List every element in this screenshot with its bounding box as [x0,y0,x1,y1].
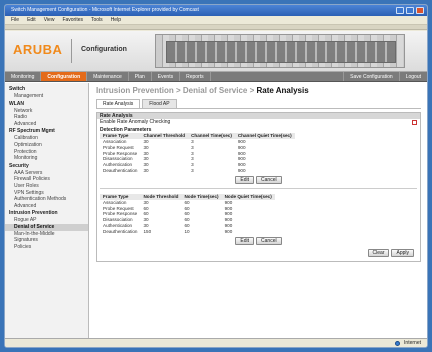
apply-button[interactable]: Apply [391,248,414,257]
sidebar-item-signatures[interactable]: Signatures [5,237,88,244]
cancel-button[interactable]: Cancel [256,175,282,184]
channel-table: Frame Type Channel Threshold Channel Time(… [100,133,295,174]
sidebar-item-advanced[interactable]: Advanced [5,121,88,128]
close-button[interactable] [416,7,424,14]
detection-title: Detection Parameters [100,127,152,133]
globe-icon [395,340,401,346]
app-title: Configuration [81,46,127,53]
sidebar-item-protection[interactable]: Protection [5,149,88,156]
sidebar-section-intrusion-prevention[interactable]: Intrusion Prevention [5,209,88,217]
nav-tab-plan[interactable]: Plan [129,72,152,81]
subtabs: Rate Analysis Flood AP [96,99,421,109]
sidebar-section-rf-spectrum-mgmt[interactable]: RF Spectrum Mgmt [5,127,88,135]
sidebar-item-policies[interactable]: Policies [5,244,88,251]
column-header-node-quiet-time-sec: Node Quiet Time(sec) [221,193,275,200]
table-cell: Deauthentication [103,228,138,234]
breadcrumb-current: Rate Analysis [256,86,309,95]
nav-spacer [211,72,344,81]
sidebar-item-firewall-policies[interactable]: Firewall Policies [5,176,88,183]
sidebar-section-switch[interactable]: Switch [5,85,88,93]
window-title: Switch Management Configuration - Micros… [11,7,199,13]
sidebar-item-optimization[interactable]: Optimization [5,142,88,149]
sidebar-item-denial-of-service[interactable]: Denial of Service [5,223,88,231]
breadcrumb-path: Intrusion Prevention > Denial of Service… [96,86,257,95]
switch-device-image [155,34,405,68]
sidebar-item-aaa-servers[interactable]: AAA Servers [5,170,88,177]
sidebar-item-user-roles[interactable]: User Roles [5,183,88,190]
node-buttons: Edit Cancel [97,235,420,247]
clear-button[interactable]: Clear [367,248,390,257]
sidebar-item-radio[interactable]: Radio [5,114,88,121]
cancel-button[interactable]: Cancel [256,236,282,245]
breadcrumb: Intrusion Prevention > Denial of Service… [96,85,421,97]
sidebar-item-man-in-the-middle[interactable]: Man-In-the-Middle [5,231,88,238]
menu-file[interactable]: File [11,17,19,23]
sidebar-item-monitoring[interactable]: Monitoring [5,155,88,162]
enable-checkbox[interactable] [412,120,417,125]
main-nav: Monitoring Configuration Maintenance Plan Ev… [5,72,427,82]
nav-tab-configuration[interactable]: Configuration [41,72,88,81]
menu-tools[interactable]: Tools [91,17,103,23]
subtab-flood-ap[interactable]: Flood AP [142,99,177,108]
channel-buttons: Edit Cancel [97,174,420,186]
enable-label: Enable Rate Anomaly Checking [100,119,171,125]
nav-tab-maintenance[interactable]: Maintenance [87,72,129,81]
sidebar-item-calibration[interactable]: Calibration [5,135,88,142]
menu-favorites[interactable]: Favorites [62,17,83,23]
enable-row: Enable Rate Anomaly Checking [97,119,420,126]
status-zone: Internet [404,340,421,346]
subtab-rate-analysis[interactable]: Rate Analysis [96,99,141,108]
edit-button[interactable]: Edit [235,175,255,184]
menu-edit[interactable]: Edit [27,17,36,23]
rate-analysis-panel: Rate Analysis Enable Rate Anomaly Checki… [96,112,421,262]
aruba-logo: ARUBA [13,42,63,57]
column-header-node-time-sec: Node Time(sec) [181,193,222,200]
sidebar-item-advanced[interactable]: Advanced [5,203,88,210]
sidebar: Switch Management WLAN Network Radio Advanced… [5,83,89,338]
sidebar-item-management[interactable]: Management [5,93,88,100]
menu-view[interactable]: View [44,17,55,23]
node-table: Frame Type Node Threshold Node Time(sec) No… [100,193,275,235]
nav-tab-events[interactable]: Events [152,72,181,81]
column-header-node-threshold: Node Threshold [140,193,182,200]
node-table-header: Frame Type Node Threshold Node Time(sec) No… [100,193,275,200]
browser-toolbar [5,25,427,30]
app-content: ARUBA Configuration Monitoring Configurat… [5,31,427,338]
menu-bar: File Edit View Favorites Tools Help [5,16,427,25]
sidebar-item-vpn-settings[interactable]: VPN Settings [5,190,88,197]
window-titlebar: Switch Management Configuration - Micros… [5,5,427,16]
browser-window: Switch Management Configuration - Micros… [4,4,428,348]
save-configuration-button[interactable]: Save Configuration [343,72,399,81]
edit-button[interactable]: Edit [235,236,255,245]
app-header: ARUBA Configuration [5,31,427,72]
main-content: Intrusion Prevention > Denial of Service… [90,83,427,338]
maximize-button[interactable] [406,7,414,14]
sidebar-section-security[interactable]: Security [5,162,88,170]
nav-tab-monitoring[interactable]: Monitoring [5,72,42,81]
logout-button[interactable]: Logout [398,72,427,81]
status-bar: Internet [5,338,427,347]
header-divider [71,39,72,63]
menu-help[interactable]: Help [111,17,121,23]
sidebar-item-network[interactable]: Network [5,108,88,115]
footer-buttons: Clear Apply [367,248,414,257]
sidebar-item-rogue-ap[interactable]: Rogue AP [5,217,88,224]
sidebar-section-wlan[interactable]: WLAN [5,100,88,108]
sidebar-item-authentication-methods[interactable]: Authentication Methods [5,196,88,203]
switch-port-panel [166,41,396,63]
table-cell: Deauthentication [103,167,138,173]
column-header-channel-time-sec: Channel Time(sec) [188,133,235,139]
minimize-button[interactable] [396,7,404,14]
nav-tab-reports[interactable]: Reports [180,72,211,81]
